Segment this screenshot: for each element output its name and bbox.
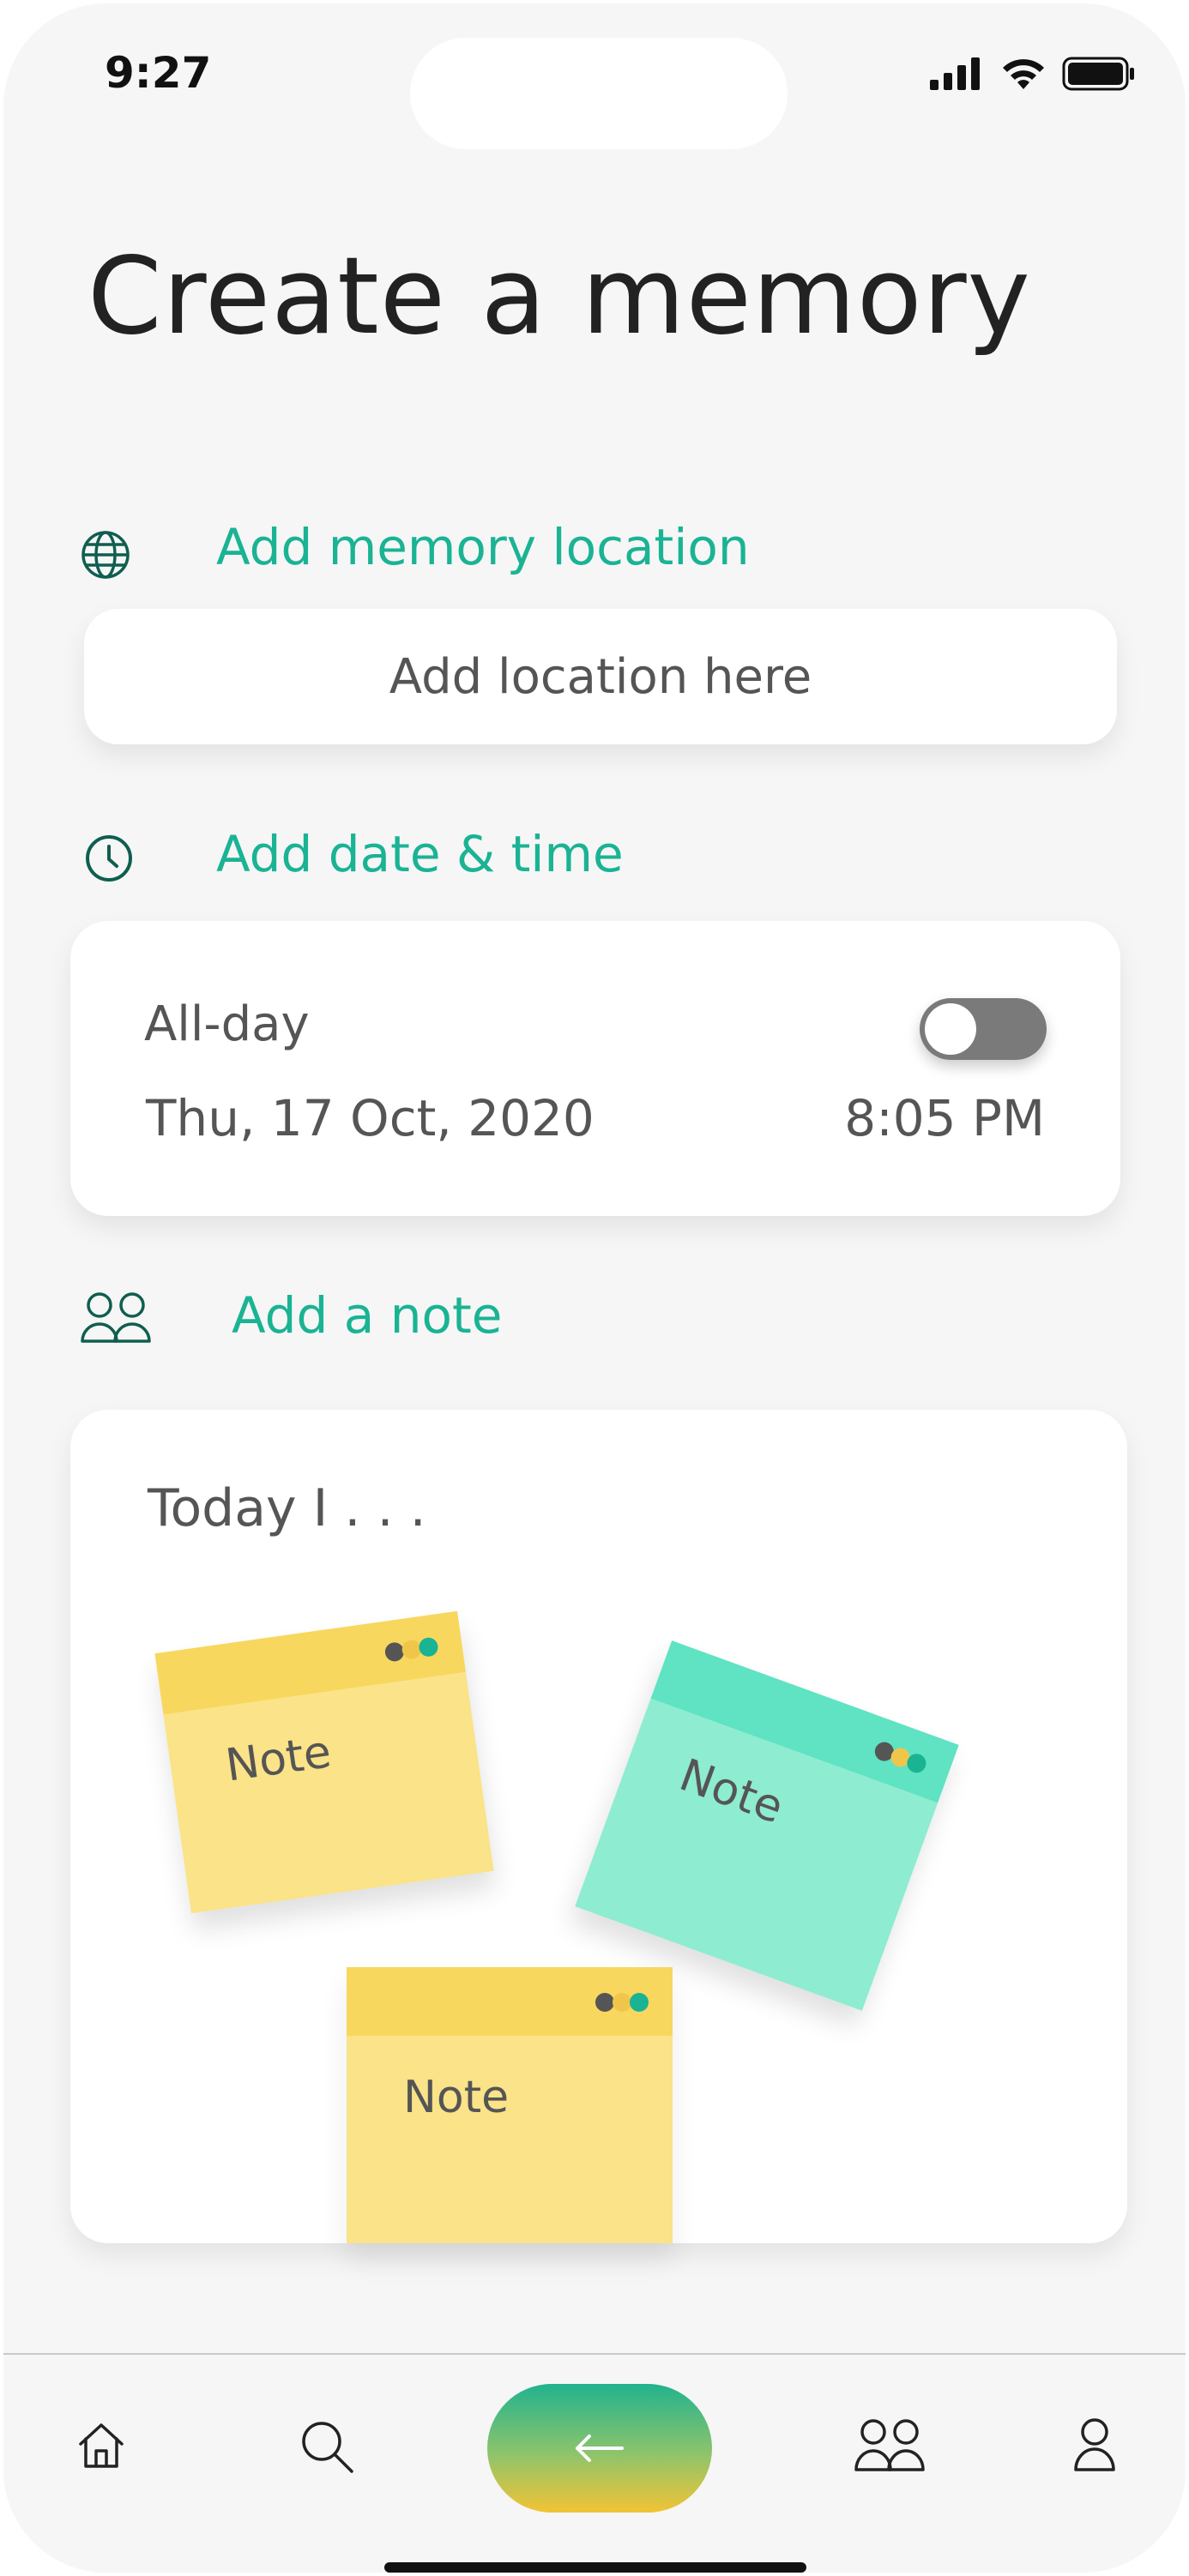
all-day-label: All-day (144, 996, 310, 1052)
globe-icon (81, 531, 130, 579)
sticky-note[interactable]: Note (575, 1640, 959, 2011)
sticky-body: Note (163, 1672, 494, 1914)
clock-icon (86, 835, 132, 882)
page-title: Create a memory (88, 235, 1031, 358)
cellular-signal-icon (930, 57, 980, 90)
note-card[interactable]: Today I . . . Note Note Note (70, 1410, 1127, 2243)
window-dots-icon (383, 1636, 440, 1663)
back-arrow-icon (576, 2435, 624, 2462)
back-button[interactable] (487, 2384, 712, 2513)
sticky-label: Note (222, 1726, 335, 1792)
people-icon (81, 1292, 151, 1343)
location-input[interactable]: Add location here (84, 609, 1117, 744)
time-value[interactable]: 8:05 PM (844, 1089, 1045, 1147)
profile-icon[interactable] (1072, 2417, 1117, 2473)
dynamic-island (410, 38, 788, 149)
status-time: 9:27 (105, 48, 212, 98)
location-section-label: Add memory location (216, 518, 750, 576)
group-icon[interactable] (853, 2417, 928, 2473)
home-icon[interactable] (75, 2420, 127, 2471)
all-day-toggle[interactable] (920, 998, 1047, 1060)
phone-screen: 9:27 Create a memory Add memory location… (3, 3, 1186, 2573)
sticky-label: Note (673, 1749, 790, 1834)
sticky-body: Note (347, 2036, 673, 2243)
sticky-note[interactable]: Note (347, 1967, 673, 2243)
window-dots-icon (872, 1739, 931, 1776)
date-value[interactable]: Thu, 17 Oct, 2020 (146, 1089, 594, 1147)
battery-icon (1062, 57, 1134, 91)
toggle-knob (925, 1003, 976, 1055)
note-placeholder: Today I . . . (148, 1478, 426, 1538)
sticky-note[interactable]: Note (154, 1610, 494, 1914)
datetime-card: All-day Thu, 17 Oct, 2020 8:05 PM (70, 921, 1120, 1216)
home-indicator (384, 2562, 806, 2573)
status-icons (930, 57, 1136, 91)
wifi-icon (1003, 59, 1044, 89)
datetime-section-label: Add date & time (216, 825, 624, 883)
note-section-label: Add a note (232, 1286, 503, 1345)
window-dots-icon (595, 1993, 650, 2012)
sticky-label: Note (403, 2072, 510, 2123)
sticky-header (347, 1967, 673, 2036)
search-icon[interactable] (299, 2418, 355, 2475)
